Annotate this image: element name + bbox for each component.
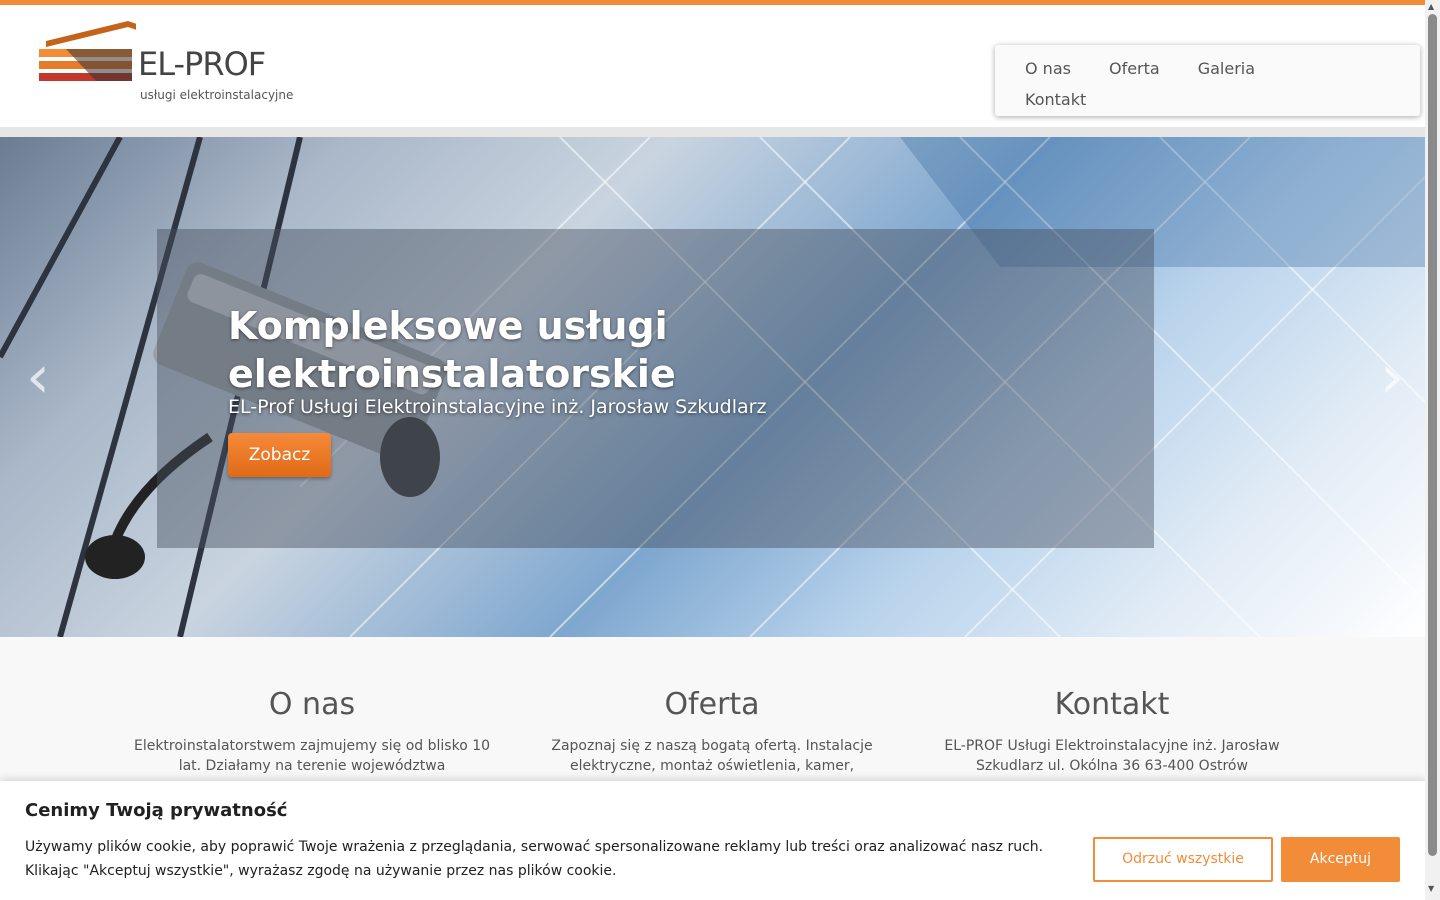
hero-cta-button[interactable]: Zobacz [228,433,331,477]
column-o-nas: O nas Elektroinstalatorstwem zajmujemy s… [132,687,492,776]
column-title: Kontakt [1054,687,1170,722]
column-text: Elektroinstalatorstwem zajmujemy się od … [133,738,491,774]
main-nav: O nas Oferta Galeria Kontakt [995,45,1420,116]
column-text: Zapoznaj się z naszą bogatą ofertą. Inst… [551,738,873,774]
accept-button[interactable]: Akceptuj [1281,837,1400,882]
logo-icon [39,21,136,81]
hero-slider: Kompleksowe usługi elektroinstalatorskie… [0,137,1425,637]
reject-all-button[interactable]: Odrzuć wszystkie [1093,837,1273,882]
column-title: O nas [268,687,356,722]
logo[interactable]: EL-PROF usługi elektroinstalacyjne [36,15,296,105]
scrollbar[interactable]: ▲ ▼ [1425,0,1440,900]
slider-prev-icon[interactable]: ‹ [18,347,58,407]
slider-next-icon[interactable]: › [1372,347,1412,407]
logo-tagline: usługi elektroinstalacyjne [140,88,294,102]
nav-item-o-nas[interactable]: O nas [1025,53,1071,84]
scroll-up-icon[interactable]: ▲ [1428,2,1434,11]
page: EL-PROF usługi elektroinstalacyjne O nas… [0,0,1425,900]
hero-title: Kompleksowe usługi elektroinstalatorskie [228,304,676,396]
cookie-banner: Cenimy Twoją prywatność Używamy plików c… [0,781,1425,900]
scrollbar-thumb[interactable] [1428,14,1437,856]
column-text: EL-PROF Usługi Elektroinstalacyjne inż. … [944,738,1280,774]
cookie-text: Używamy plików cookie, aby poprawić Twoj… [25,839,1044,879]
column-kontakt: Kontakt EL-PROF Usługi Elektroinstalacyj… [932,687,1292,776]
column-title: Oferta [664,687,760,722]
nav-item-galeria[interactable]: Galeria [1198,53,1255,84]
nav-item-oferta[interactable]: Oferta [1109,53,1160,84]
scroll-down-icon[interactable]: ▼ [1428,884,1434,893]
logo-name: EL-PROF [138,45,266,83]
nav-item-kontakt[interactable]: Kontakt [1025,84,1086,115]
column-oferta: Oferta Zapoznaj się z naszą bogatą ofert… [532,687,892,776]
header: EL-PROF usługi elektroinstalacyjne O nas… [0,5,1425,137]
cookie-title: Cenimy Twoją prywatność [25,800,288,821]
hero-subtitle: EL-Prof Usługi Elektroinstalacyjne inż. … [228,396,767,418]
